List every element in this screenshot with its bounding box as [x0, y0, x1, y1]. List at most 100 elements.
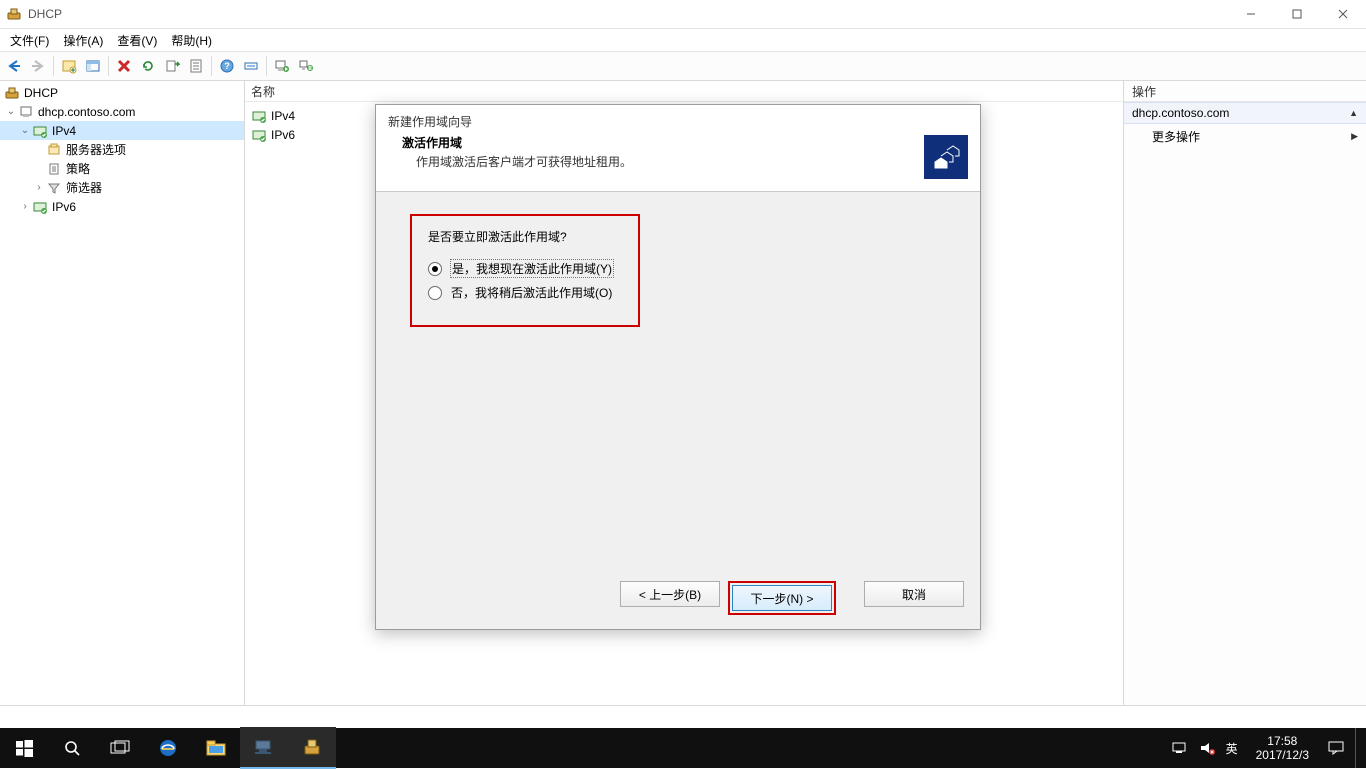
back-icon[interactable] — [2, 54, 26, 78]
tree-label: 服务器选项 — [66, 141, 126, 158]
tree-node-policy[interactable]: 策略 — [0, 159, 244, 178]
taskbar-dhcp-icon[interactable] — [288, 727, 336, 769]
close-button[interactable] — [1320, 0, 1366, 28]
content-panel: 名称 IPv4 IPv6 新建作用域向导 — [245, 81, 1124, 705]
tree-label: DHCP — [24, 86, 58, 100]
server-run-icon[interactable] — [270, 54, 294, 78]
console-tree[interactable]: DHCP ⌄ dhcp.contoso.com ⌄ IPv4 — [0, 81, 244, 705]
body: DHCP ⌄ dhcp.contoso.com ⌄ IPv4 — [0, 81, 1366, 705]
minimize-button[interactable] — [1228, 0, 1274, 28]
menu-file[interactable]: 文件(F) — [4, 30, 55, 51]
actions-panel: 操作 dhcp.contoso.com ▲ 更多操作 ▶ — [1124, 81, 1366, 705]
actions-group[interactable]: dhcp.contoso.com ▲ — [1124, 102, 1366, 124]
filter-icon — [46, 180, 62, 196]
tray-network-icon[interactable] — [1172, 741, 1190, 755]
wizard-title: 新建作用域向导 — [388, 113, 924, 130]
tree-node-ipv6[interactable]: › IPv6 — [0, 197, 244, 216]
actions-group-label: dhcp.contoso.com — [1132, 106, 1229, 120]
tree-node-dhcp[interactable]: DHCP — [0, 83, 244, 102]
start-button[interactable] — [0, 728, 48, 768]
server-list-icon[interactable] — [294, 54, 318, 78]
back-button[interactable]: < 上一步(B) — [620, 581, 720, 607]
tree-node-filter[interactable]: › 筛选器 — [0, 178, 244, 197]
wizard-body: 是否要立即激活此作用域? 是，我想现在激活此作用域(Y) 否，我将稍后激活此作用… — [376, 192, 980, 571]
twisty-icon[interactable]: ⌄ — [4, 106, 18, 117]
radio-option-no[interactable]: 否，我将稍后激活此作用域(O) — [428, 284, 622, 301]
window-title: DHCP — [28, 7, 62, 21]
ipv6-icon — [32, 199, 48, 215]
tree-label: 筛选器 — [66, 179, 102, 196]
properties-icon[interactable] — [184, 54, 208, 78]
radio-icon[interactable] — [428, 262, 442, 276]
help-icon[interactable]: ? — [215, 54, 239, 78]
svg-text:?: ? — [224, 61, 230, 71]
wizard-logo-icon — [924, 135, 968, 179]
highlight-box: 下一步(N) > — [728, 581, 836, 615]
tree-label: IPv6 — [52, 200, 76, 214]
wizard-heading: 激活作用域 — [402, 134, 924, 151]
radio-option-yes[interactable]: 是，我想现在激活此作用域(Y) — [428, 259, 622, 278]
wizard-dialog: 新建作用域向导 激活作用域 作用域激活后客户端才可获得地址租用。 是否要立即激活… — [375, 104, 981, 630]
app-window: DHCP 文件(F) 操作(A) 查看(V) 帮助(H) ? — [0, 0, 1366, 768]
tray-date: 2017/12/3 — [1256, 748, 1309, 762]
wizard-header: 新建作用域向导 激活作用域 作用域激活后客户端才可获得地址租用。 — [376, 105, 980, 192]
system-tray: 英 17:58 2017/12/3 — [1168, 728, 1366, 768]
tray-notifications-icon[interactable] — [1327, 740, 1345, 756]
twisty-icon[interactable]: › — [32, 182, 46, 193]
actions-item-label: 更多操作 — [1152, 128, 1200, 145]
tree-label: dhcp.contoso.com — [38, 105, 135, 119]
menu-help[interactable]: 帮助(H) — [165, 30, 218, 51]
list-item-label: IPv4 — [271, 109, 295, 123]
dhcp-icon — [4, 85, 20, 101]
content-header-name[interactable]: 名称 — [245, 81, 1123, 102]
export-icon[interactable] — [160, 54, 184, 78]
actions-more[interactable]: 更多操作 ▶ — [1124, 124, 1366, 149]
tray-sound-icon[interactable] — [1200, 741, 1216, 755]
search-button[interactable] — [48, 728, 96, 768]
show-desktop-button[interactable] — [1355, 728, 1362, 768]
ipv6-icon — [251, 127, 267, 143]
add-icon[interactable] — [57, 54, 81, 78]
radio-icon[interactable] — [428, 286, 442, 300]
radio-label: 否，我将稍后激活此作用域(O) — [450, 284, 613, 301]
twisty-icon[interactable]: › — [18, 201, 32, 212]
statusbar — [0, 705, 1366, 728]
taskbar-explorer-icon[interactable] — [192, 728, 240, 768]
options-icon — [46, 142, 62, 158]
tray-clock[interactable]: 17:58 2017/12/3 — [1248, 734, 1317, 762]
refresh-icon[interactable] — [136, 54, 160, 78]
cancel-button[interactable]: 取消 — [864, 581, 964, 607]
taskview-button[interactable] — [96, 728, 144, 768]
next-button[interactable]: 下一步(N) > — [732, 585, 832, 611]
menu-action[interactable]: 操作(A) — [57, 30, 109, 51]
radio-label: 是，我想现在激活此作用域(Y) — [450, 259, 614, 278]
twisty-icon[interactable]: ⌄ — [18, 125, 32, 136]
maximize-button[interactable] — [1274, 0, 1320, 28]
taskbar-ie-icon[interactable] — [144, 728, 192, 768]
policy-icon — [46, 161, 62, 177]
network-icon[interactable] — [239, 54, 263, 78]
content-body: IPv4 IPv6 新建作用域向导 激活作用域 作用域激活后客户端才可获得地址租… — [245, 102, 1123, 705]
wizard-footer: < 上一步(B) 下一步(N) > 取消 — [376, 571, 980, 629]
delete-icon[interactable] — [112, 54, 136, 78]
tree-node-ipv4[interactable]: ⌄ IPv4 — [0, 121, 244, 140]
tree-label: IPv4 — [52, 124, 76, 138]
titlebar: DHCP — [0, 0, 1366, 29]
ipv4-icon — [251, 108, 267, 124]
menu-view[interactable]: 查看(V) — [111, 30, 163, 51]
tree-node-server[interactable]: ⌄ dhcp.contoso.com — [0, 102, 244, 121]
tree-panel: DHCP ⌄ dhcp.contoso.com ⌄ IPv4 — [0, 81, 245, 705]
ipv4-icon — [32, 123, 48, 139]
collapse-icon[interactable]: ▲ — [1349, 108, 1358, 118]
forward-icon[interactable] — [26, 54, 50, 78]
highlight-box: 是否要立即激活此作用域? 是，我想现在激活此作用域(Y) 否，我将稍后激活此作用… — [410, 214, 640, 327]
tree-node-server-options[interactable]: 服务器选项 — [0, 140, 244, 159]
list-item-label: IPv6 — [271, 128, 295, 142]
taskbar-server-manager-icon[interactable] — [240, 727, 288, 769]
app-icon — [6, 6, 22, 22]
tree-label: 策略 — [66, 160, 90, 177]
tray-ime[interactable]: 英 — [1226, 740, 1238, 757]
actions-header: 操作 — [1124, 81, 1366, 102]
show-hide-icon[interactable] — [81, 54, 105, 78]
tray-time: 17:58 — [1256, 734, 1309, 748]
